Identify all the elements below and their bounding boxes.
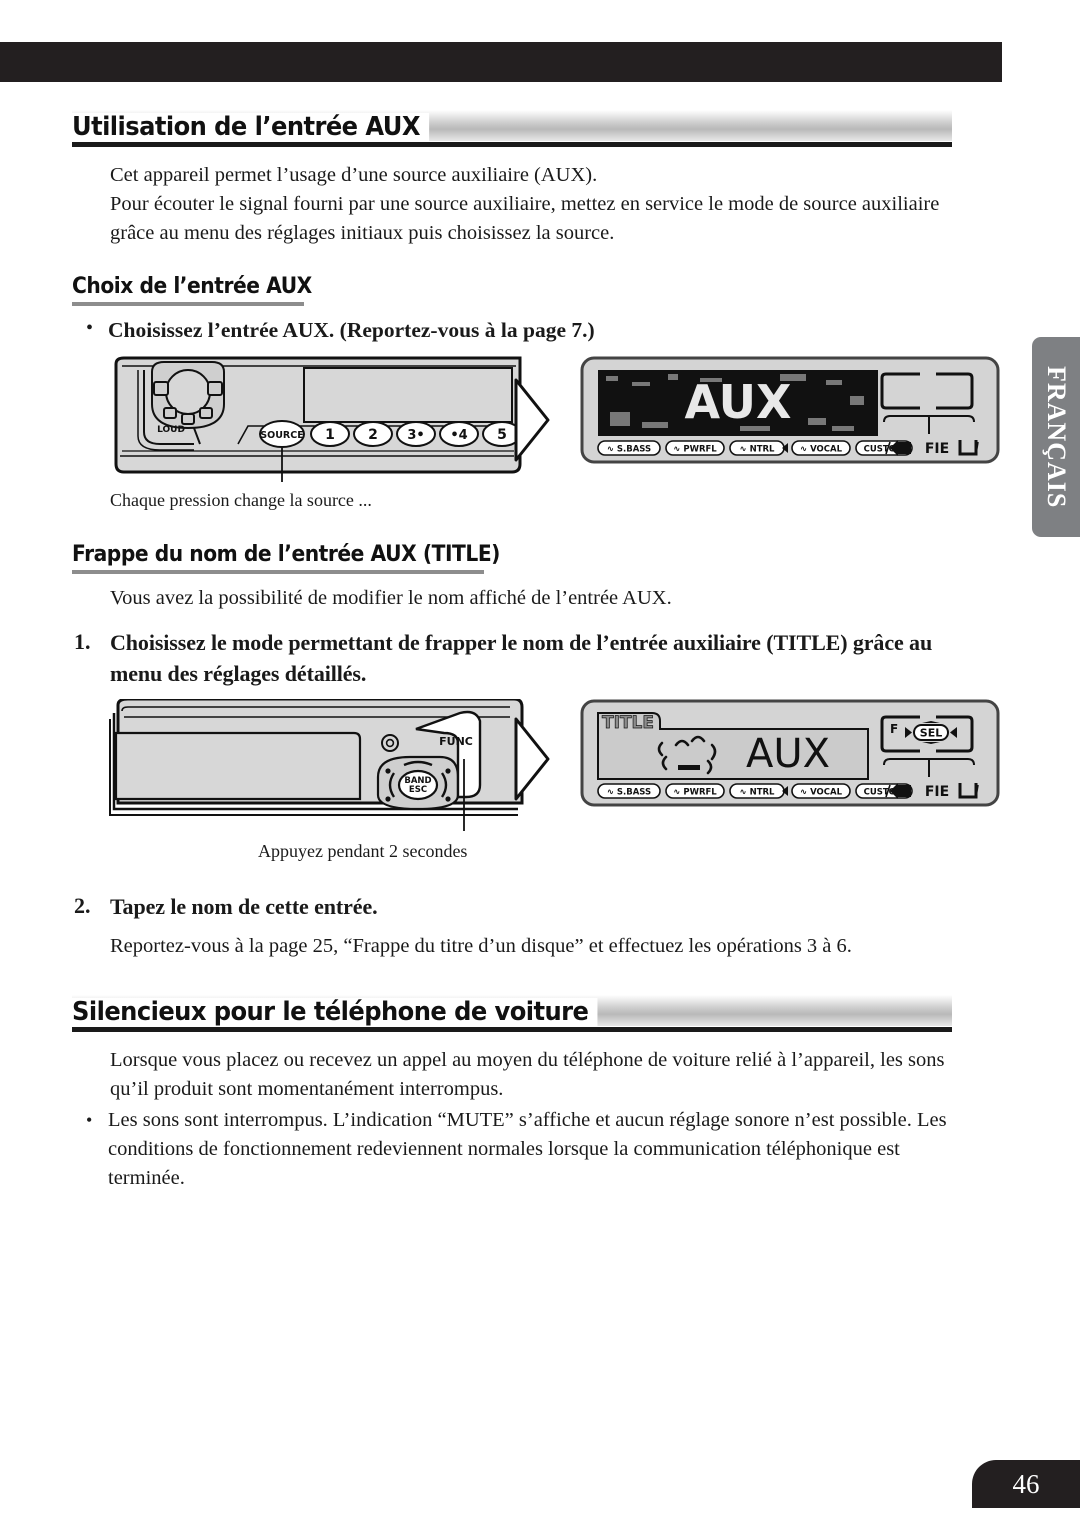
lcd-f-label: F [890,722,898,736]
svg-text:∿ VOCAL: ∿ VOCAL [800,788,843,798]
heading-band: Utilisation de l’entrée AUX [72,110,952,141]
eq-indicator-ntrl: ∿ NTRL [729,440,785,456]
heading-rule-mute [72,1027,952,1032]
eq-indicator-pwrfl: ∿ PWRFL [665,440,725,456]
paragraph-mute-intro: Lorsque vous placez ou recevez un appel … [110,1049,945,1100]
top-black-bar [0,42,1002,82]
faceplate-illustration-source: LOUD SOURCE 1 2 3• •4 5 [114,356,528,482]
svg-text:5: 5 [497,427,507,443]
section-heading-aux-usage: Utilisation de l’entrée AUX [72,110,952,147]
eq-indicator-pwrfl-2: ∿ PWRFL [665,783,725,799]
bullet-mute: • Les sons sont interrompus. L’indicatio… [86,1106,952,1193]
eq-indicator-sbass-2: ∿ S.BASS [597,783,661,799]
section-heading-mute: Silencieux pour le téléphone de voiture [72,995,952,1032]
section-heading-text-mute: Silencieux pour le téléphone de voiture [72,998,598,1026]
figure-source-selection: LOUD SOURCE 1 2 3• •4 5 AUX ∿ S.BASS ∿ P… [108,356,1000,482]
preset-button-3[interactable]: 3• [396,421,436,447]
bullet-marker-mute: • [86,1110,93,1130]
loud-label: LOUD [157,425,185,435]
language-tab: FRANÇAIS [1032,337,1080,537]
heading-rule [72,142,952,147]
step-1-text: Choisissez le mode permettant de frapper… [110,630,933,686]
page-number: 46 [972,1460,1080,1508]
faceplate-illustration-func: BAND ESC FUNC [109,699,524,831]
paragraph-aux-title-intro: Vous avez la possibilité de modifier le … [110,587,672,609]
lcd-fie-label: FIE [925,441,949,457]
step-2-number: 2. [74,893,91,918]
band-esc-button[interactable]: BAND ESC [397,769,439,801]
svg-text:∿ NTRL: ∿ NTRL [740,445,776,455]
svg-text:∿ NTRL: ∿ NTRL [740,788,776,798]
source-button[interactable]: SOURCE [259,420,305,448]
svg-text:SOURCE: SOURCE [260,430,303,441]
heading-band-mute: Silencieux pour le téléphone de voiture [72,995,952,1026]
subsection-heading-text-title: Frappe du nom de l’entrée AUX (TITLE) [72,542,500,567]
svg-text:2: 2 [368,427,378,443]
svg-text:∿ S.BASS: ∿ S.BASS [607,788,651,798]
step-2-text: Tapez le nom de cette entrée. [110,894,378,919]
step-2: 2. Tapez le nom de cette entrée. [74,891,952,922]
svg-text:∿ PWRFL: ∿ PWRFL [673,445,717,455]
subsection-heading-aux-title: Frappe du nom de l’entrée AUX (TITLE) [72,542,952,574]
lcd-title-tab-label: TITLE [602,713,654,733]
eq-indicator-ntrl-2: ∿ NTRL [729,783,785,799]
step-1-number: 1. [74,629,91,654]
bullet-marker: • [86,317,94,339]
flow-arrow-icon [514,378,550,462]
step-1: 1. Choisissez le mode permettant de frap… [74,627,952,689]
lcd-fie-label-2: FIE [925,784,949,800]
language-tab-label: FRANÇAIS [1042,365,1071,509]
paragraph-aux-intro-2: Pour écouter le signal fourni par une so… [110,193,940,244]
svg-text:∿ S.BASS: ∿ S.BASS [607,445,651,455]
lcd-display-title-mode: TITLE AUX ∿ S.BASS ∿ PWRFL ∿ NTRL ∿ VOCA… [580,699,1000,807]
section-heading-text: Utilisation de l’entrée AUX [72,113,430,141]
caption-source-change: Chaque pression change la source ... [110,490,372,510]
svg-text:•4: •4 [450,428,467,443]
eq-indicator-vocal-2: ∿ VOCAL [791,783,851,799]
paragraph-aux-intro-1: Cet appareil permet l’usage d’une source… [110,164,598,186]
preset-button-1[interactable]: 1 [310,421,350,447]
bullet-aux-choice: • Choisissez l’entrée AUX. (Reportez-vou… [86,316,952,344]
svg-text:FUNC: FUNC [439,735,473,748]
eq-indicator-vocal: ∿ VOCAL [791,440,851,456]
paragraph-step-2-body: Reportez-vous à la page 25, “Frappe du t… [110,935,852,957]
lcd-main-text: AUX [684,375,791,429]
page-content: Utilisation de l’entrée AUX Cet appareil… [72,110,1000,1193]
preset-button-4[interactable]: •4 [439,421,479,447]
svg-text:ESC: ESC [409,785,427,795]
flow-arrow-icon-2 [514,717,550,801]
eq-indicator-sbass: ∿ S.BASS [597,440,661,456]
bullet-text: Choisissez l’entrée AUX. (Reportez-vous … [108,318,595,342]
subsection-rule-title [72,570,484,574]
preset-button-2[interactable]: 2 [353,421,393,447]
caption-press-2-seconds: Appuyez pendant 2 secondes [258,841,468,861]
svg-text:1: 1 [325,427,335,443]
bullet-text-mute: Les sons sont interrompus. L’indication … [108,1109,947,1189]
cursor-underscore [678,765,700,770]
subsection-heading-aux-choice: Choix de l’entrée AUX [72,274,952,306]
svg-text:∿ PWRFL: ∿ PWRFL [673,788,717,798]
svg-text:SEL: SEL [920,727,942,740]
subsection-rule [72,302,304,306]
svg-text:3•: 3• [407,428,424,443]
lcd-display-aux-source: AUX ∿ S.BASS ∿ PWRFL ∿ NTRL ∿ VOCAL CUST… [580,356,1000,464]
subsection-heading-text: Choix de l’entrée AUX [72,274,312,299]
lcd-main-text-title: AUX [746,731,830,777]
svg-text:∿ VOCAL: ∿ VOCAL [800,445,843,455]
page-number-value: 46 [1012,1468,1040,1499]
figure-title-mode: BAND ESC FUNC TITLE AUX ∿ S.BASS ∿ PWRFL… [108,699,1000,831]
